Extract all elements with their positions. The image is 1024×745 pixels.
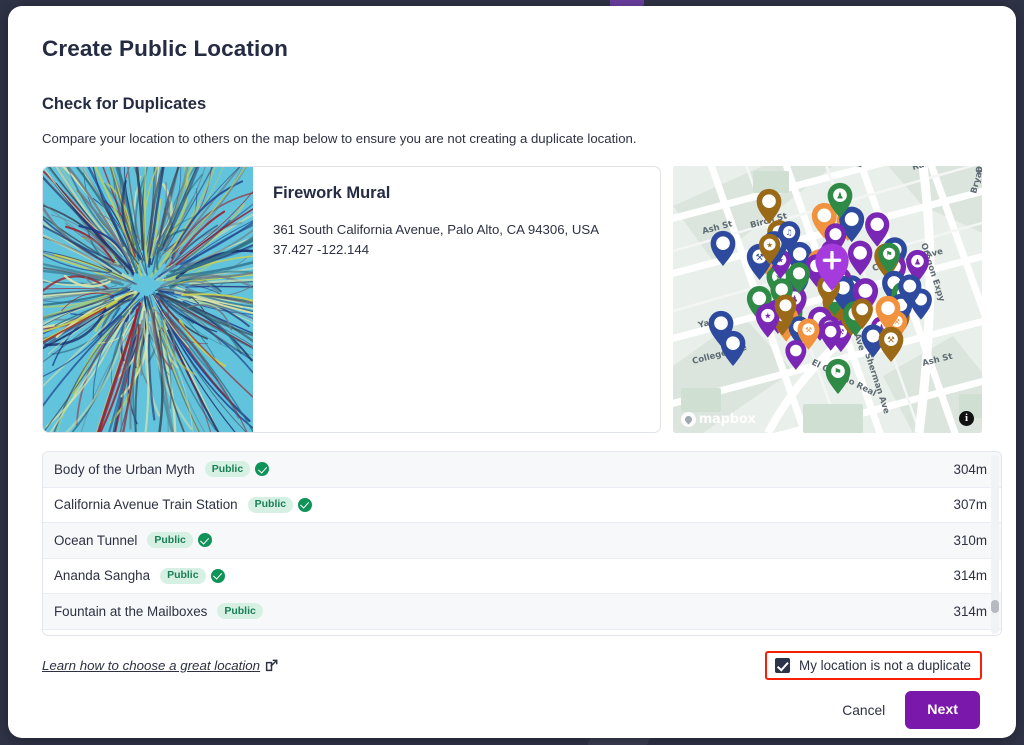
status-badge: Public [147,532,212,549]
status-badge: Public [204,461,270,478]
svg-text:♫: ♫ [785,228,792,237]
not-duplicate-label: My location is not a duplicate [799,657,971,673]
svg-text:♟: ♟ [914,257,921,266]
mapbox-logo: mapbox [680,412,756,427]
cancel-button[interactable]: Cancel [838,695,889,726]
svg-text:⚑: ⚑ [885,250,892,259]
duplicate-name: Ananda Sangha [54,568,151,584]
duplicate-distance: 314m [953,568,988,584]
status-badge: Public [247,496,313,513]
verified-check-icon [298,497,313,512]
duplicate-distance: 310m [953,532,988,548]
visibility-badge-label: Public [147,532,193,549]
preview-and-map-row: Firework Mural 361 South California Aven… [42,166,982,433]
mapbox-wordmark: mapbox [698,412,756,427]
page-title: Create Public Location [42,36,288,61]
svg-text:Ore: Ore [974,166,982,175]
duplicates-scrollbar-thumb[interactable] [991,600,999,613]
map-info-icon[interactable]: i [959,411,974,426]
footer-row: Learn how to choose a great location My … [42,650,982,680]
duplicates-scroll-area[interactable]: Body of the Urban Myth Public 304m Californ… [43,452,1001,635]
svg-text:♟: ♟ [836,192,844,202]
section-title: Check for Duplicates [42,95,207,113]
app-background: Create Public Location Check for Duplica… [0,0,1024,745]
status-badge: Public [217,603,263,620]
next-button[interactable]: Next [905,691,980,729]
duplicates-list: Body of the Urban Myth Public 304m Californ… [42,451,1002,636]
location-thumbnail [43,167,253,432]
status-badge: Public [160,567,225,584]
not-duplicate-checkbox[interactable] [775,657,791,673]
svg-text:⚒: ⚒ [805,325,812,334]
svg-text:⚑: ⚑ [834,368,842,378]
visibility-badge-label: Public [204,461,251,478]
section-description: Compare your location to others on the m… [42,131,637,146]
svg-text:★: ★ [764,311,771,321]
location-name: Firework Mural [273,184,391,202]
visibility-badge-label: Public [247,496,294,513]
duplicate-name: California Avenue Train Station [54,497,238,513]
mapbox-mark-icon [680,412,696,427]
create-location-modal: Create Public Location Check for Duplica… [8,6,1016,738]
location-preview-card: Firework Mural 361 South California Aven… [42,166,661,433]
visibility-badge-label: Public [160,567,206,584]
verified-check-icon [197,533,212,548]
svg-text:★: ★ [766,240,773,249]
verified-check-icon [255,462,270,477]
duplicate-distance: 314m [953,603,988,619]
learn-how-to-choose-link[interactable]: Learn how to choose a great location [42,658,278,673]
duplicate-name: Body of the Urban Myth [54,461,195,477]
modal-actions: Cancel Next [42,691,982,729]
table-row[interactable]: Body of the Urban Myth Public 304m [43,452,1001,488]
verified-check-icon [210,568,225,583]
location-coordinates: 37.427 -122.144 [273,242,370,258]
location-details: Firework Mural 361 South California Aven… [253,167,660,432]
duplicate-name: Fountain at the Mailboxes [54,603,208,619]
duplicate-distance: 304m [953,461,988,477]
table-row[interactable]: Fountain at the Mailboxes Public 314m [43,594,1001,630]
visibility-badge-label: Public [217,603,263,620]
not-duplicate-highlight: My location is not a duplicate [765,650,982,680]
location-address: 361 South California Avenue, Palo Alto, … [273,222,600,237]
duplicate-distance: 307m [953,497,988,513]
duplicates-map[interactable]: Birch St Ash St Yale St College Ave El C… [672,166,982,433]
table-row[interactable]: Ananda Sangha Public 314m [43,558,1001,594]
table-row[interactable]: Ocean Tunnel Public 310m [43,523,1001,559]
external-link-icon [265,659,278,672]
duplicate-name: Ocean Tunnel [54,532,138,548]
learn-link-label: Learn how to choose a great location [42,657,261,673]
table-row[interactable]: California Avenue Train Station Public 307… [43,487,1001,523]
svg-text:⚒: ⚒ [887,336,895,346]
